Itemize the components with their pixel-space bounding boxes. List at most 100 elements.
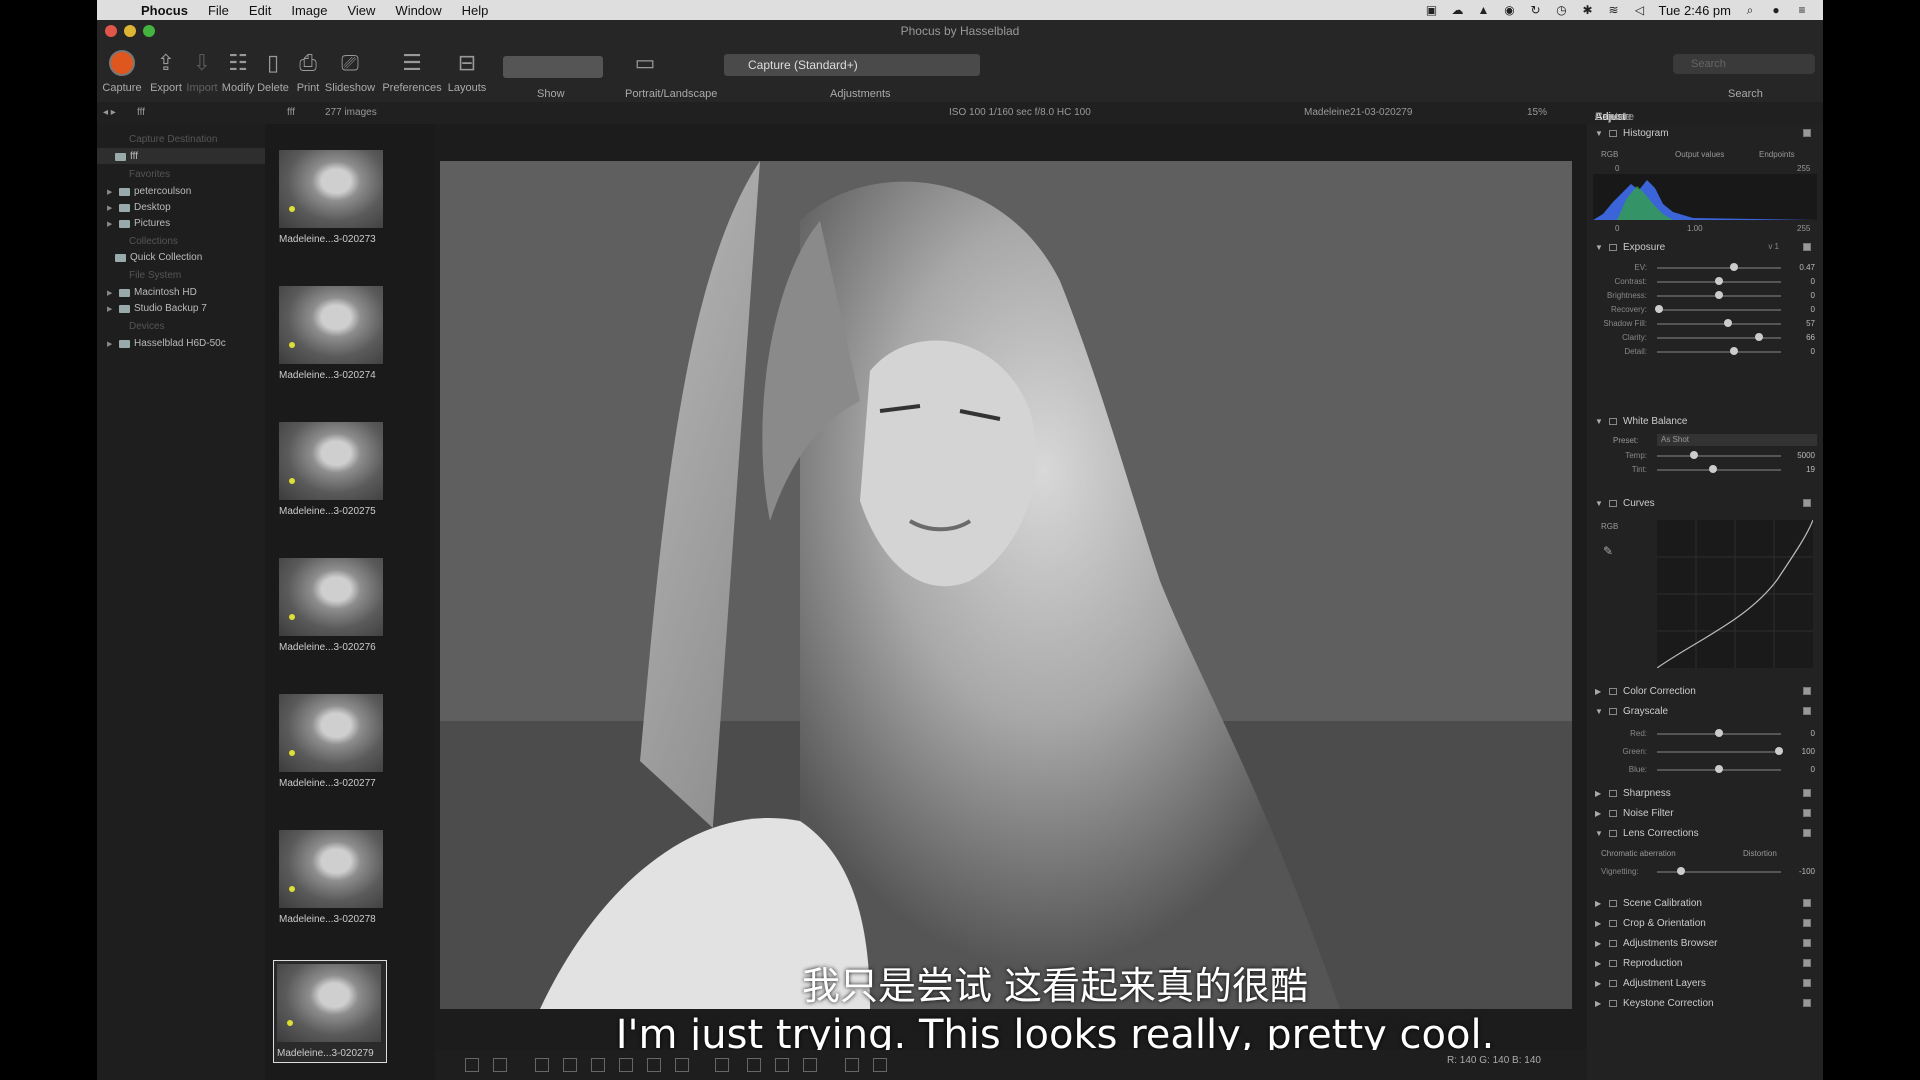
slider-knob[interactable] [1775, 747, 1783, 755]
menubar-clock[interactable]: Tue 2:46 pm [1658, 3, 1731, 18]
endpoints-checkbox[interactable]: Endpoints [1759, 150, 1795, 159]
slider-value[interactable]: 0 [1811, 277, 1815, 286]
thumbnail-item[interactable]: Madeleine...3-020277 [279, 694, 385, 789]
bluetooth-icon[interactable]: ✱ [1580, 4, 1594, 16]
notification-center-icon[interactable]: ≡ [1795, 4, 1809, 16]
wb-preset-select[interactable]: As Shot [1657, 434, 1817, 446]
sidebar-item-quick-collection[interactable]: Quick Collection [115, 252, 202, 263]
warning-overlay-icon[interactable] [747, 1058, 761, 1072]
section-enable-checkbox[interactable] [1803, 243, 1811, 251]
histogram-section-header[interactable]: ▼ Histogram [1595, 128, 1817, 139]
grid-icon[interactable] [775, 1058, 789, 1072]
section-enable-checkbox[interactable] [1803, 499, 1811, 507]
slider-knob[interactable] [1724, 319, 1732, 327]
slider-track[interactable] [1657, 323, 1781, 325]
grayscale-section-header[interactable]: ▼ Grayscale [1595, 706, 1817, 717]
sidebar-item-studio-backup[interactable]: ▶ Studio Backup 7 [107, 303, 207, 314]
thumbnail-item[interactable]: Madeleine...3-020273 [279, 150, 385, 245]
next-image-icon[interactable] [873, 1058, 887, 1072]
sidebar-item-fff[interactable]: fff [115, 151, 138, 162]
slider-value[interactable]: 19 [1806, 465, 1815, 474]
user-avatar-icon[interactable]: ● [1769, 4, 1783, 16]
preferences-button[interactable]: ☰ Preferences [379, 48, 445, 94]
straighten-tool-icon[interactable] [563, 1058, 577, 1072]
tab-export[interactable]: Export [1595, 111, 1627, 123]
single-view-icon[interactable] [493, 1058, 507, 1072]
zoom-level[interactable]: 15% [1527, 107, 1547, 118]
slider-track[interactable] [1657, 309, 1781, 311]
nav-arrows-icon[interactable]: ◂ ▸ [103, 107, 116, 118]
color-correction-section-header[interactable]: ▶ Color Correction [1595, 686, 1817, 697]
vignetting-value[interactable]: -100 [1799, 867, 1815, 876]
section-enable-checkbox[interactable] [1803, 899, 1811, 907]
compare-view-icon[interactable] [465, 1058, 479, 1072]
menu-help[interactable]: Help [452, 3, 499, 18]
spotlight-icon[interactable]: ⌕ [1743, 4, 1757, 16]
crop-tool-icon[interactable] [535, 1058, 549, 1072]
slider-knob[interactable] [1709, 465, 1717, 473]
section-enable-checkbox[interactable] [1803, 919, 1811, 927]
collapsed-section-header[interactable]: ▶ Reproduction [1595, 958, 1817, 969]
slider-track[interactable] [1657, 469, 1781, 471]
section-enable-checkbox[interactable] [1803, 687, 1811, 695]
slider-track[interactable] [1657, 455, 1781, 457]
section-enable-checkbox[interactable] [1803, 959, 1811, 967]
slider-track[interactable] [1657, 751, 1781, 753]
collapsed-section-header[interactable]: ▶ Crop & Orientation [1595, 918, 1817, 929]
slider-value[interactable]: 100 [1802, 747, 1815, 756]
slider-value[interactable]: 0 [1811, 291, 1815, 300]
menu-view[interactable]: View [337, 3, 385, 18]
menu-edit[interactable]: Edit [239, 3, 281, 18]
section-enable-checkbox[interactable] [1803, 979, 1811, 987]
capture-button[interactable]: Capture [97, 48, 147, 94]
slider-track[interactable] [1657, 351, 1781, 353]
folder-select[interactable]: fff [137, 107, 145, 118]
output-values-checkbox[interactable]: Output values [1675, 150, 1724, 159]
thumbnail-item[interactable]: Madeleine...3-020275 [279, 422, 385, 517]
sharpness-section-header[interactable]: ▶ Sharpness [1595, 788, 1817, 799]
slider-knob[interactable] [1715, 277, 1723, 285]
zoom-window-icon[interactable] [143, 25, 155, 37]
thumbnail-item[interactable]: Madeleine...3-020276 [279, 558, 385, 653]
menu-file[interactable]: File [198, 3, 239, 18]
previous-image-icon[interactable] [845, 1058, 859, 1072]
minimize-window-icon[interactable] [124, 25, 136, 37]
section-enable-checkbox[interactable] [1803, 829, 1811, 837]
cloud-icon[interactable]: ☁ [1450, 4, 1464, 16]
eyedropper-icon[interactable]: ✎ [1603, 544, 1613, 558]
white-balance-section-header[interactable]: ▼ White Balance [1595, 416, 1817, 427]
chromatic-aberration-checkbox[interactable]: Chromatic aberration [1601, 849, 1676, 858]
sidebar-item-macintosh-hd[interactable]: ▶ Macintosh HD [107, 287, 197, 298]
slider-knob[interactable] [1690, 451, 1698, 459]
accessibility-icon[interactable]: ◉ [1502, 4, 1516, 16]
slider-value[interactable]: 66 [1806, 333, 1815, 342]
main-photo[interactable] [440, 161, 1572, 1009]
section-enable-checkbox[interactable] [1803, 939, 1811, 947]
section-enable-checkbox[interactable] [1803, 789, 1811, 797]
slider-knob[interactable] [1715, 291, 1723, 299]
collapsed-section-header[interactable]: ▶ Scene Calibration [1595, 898, 1817, 909]
collapsed-section-header[interactable]: ▶ Adjustment Layers [1595, 978, 1817, 989]
section-enable-checkbox[interactable] [1803, 809, 1811, 817]
color-picker-tool-icon[interactable] [619, 1058, 633, 1072]
section-enable-checkbox[interactable] [1803, 129, 1811, 137]
histogram-gamma[interactable]: 1.00 [1687, 224, 1703, 233]
thumbnail-item-selected[interactable]: Madeleine...3-020279 [273, 960, 387, 1063]
time-machine-icon[interactable]: ◷ [1554, 4, 1568, 16]
capture-preset-select[interactable]: Capture (Standard+) [724, 54, 980, 76]
layouts-button[interactable]: ⊟ Layouts [441, 48, 493, 94]
menu-window[interactable]: Window [385, 3, 451, 18]
mask-tool-icon[interactable] [715, 1058, 729, 1072]
section-enable-checkbox[interactable] [1803, 999, 1811, 1007]
slider-knob[interactable] [1730, 347, 1738, 355]
slider-track[interactable] [1657, 267, 1781, 269]
slider-knob[interactable] [1715, 729, 1723, 737]
camera-icon[interactable] [803, 1058, 817, 1072]
slider-value[interactable]: 5000 [1797, 451, 1815, 460]
drive-icon[interactable]: ▲ [1476, 4, 1490, 16]
curves-graph[interactable] [1657, 520, 1813, 668]
section-enable-checkbox[interactable] [1803, 707, 1811, 715]
slider-knob[interactable] [1677, 867, 1685, 875]
thumbnail-item[interactable]: Madeleine...3-020274 [279, 286, 385, 381]
slider-value[interactable]: 0 [1811, 347, 1815, 356]
